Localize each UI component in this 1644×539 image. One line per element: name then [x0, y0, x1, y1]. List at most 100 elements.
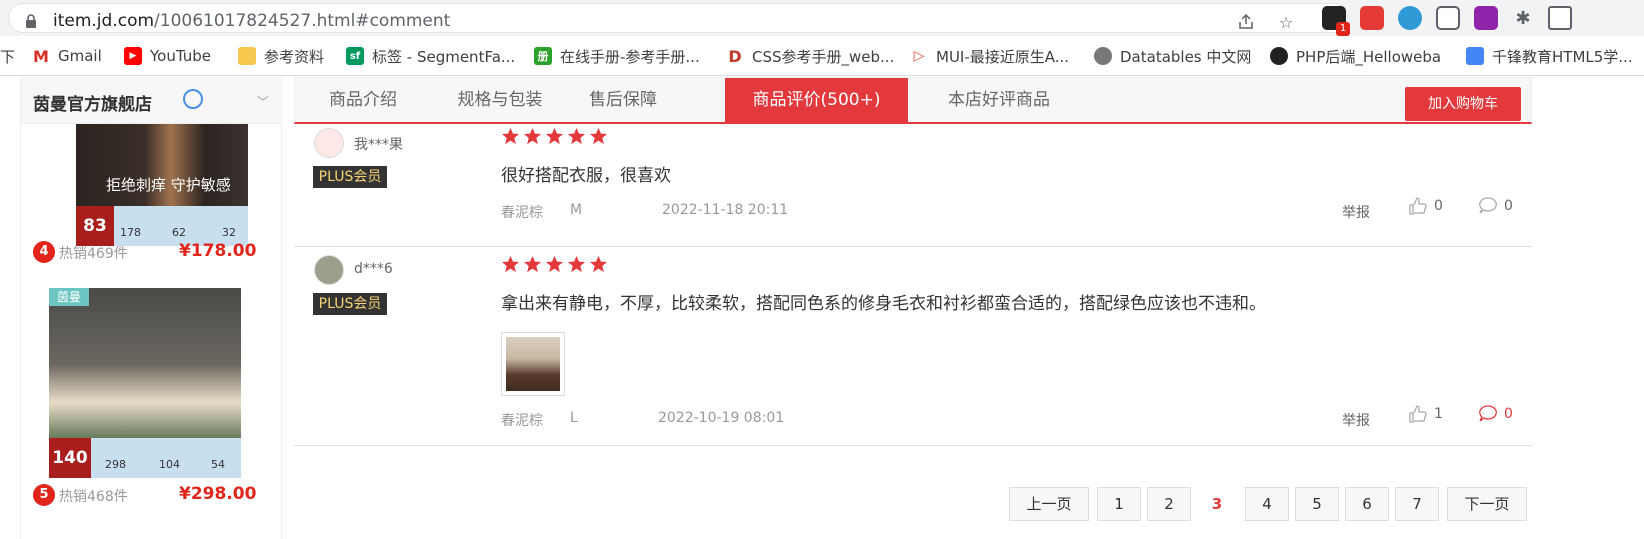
- bookmark-datatables[interactable]: Datatables 中文网: [1094, 46, 1251, 66]
- review-text: 拿出来有静电，不厚，比较柔软，搭配同色系的修身毛衣和衬衫都蛮合适的，搭配绿色应该…: [501, 294, 1266, 314]
- star-icon: [545, 255, 564, 273]
- bookmark-label: 参考资料: [264, 47, 325, 66]
- url-field[interactable]: item.jd.com/10061017824527.html#comment …: [8, 3, 1348, 33]
- reply-count: 0: [1504, 406, 1513, 422]
- tab-good-items[interactable]: 本店好评商品: [931, 78, 1067, 123]
- bookmark-label: Gmail: [58, 47, 102, 65]
- report-link[interactable]: 举报: [1342, 410, 1370, 430]
- css-ref-icon: D: [728, 46, 742, 66]
- segmentfault-icon: sf: [346, 47, 364, 65]
- bookmark-mui[interactable]: ▷ MUI-最接近原生A...: [910, 46, 1069, 66]
- address-bar: item.jd.com/10061017824527.html#comment …: [0, 0, 1644, 36]
- page-content: 茵曼官方旗舰店 ﹀ 拒绝刺痒 守护敏感 83 178 62 32 4 热销469…: [0, 77, 1644, 539]
- report-link[interactable]: 举报: [1342, 202, 1370, 222]
- copy-extension-icon[interactable]: [1436, 6, 1460, 30]
- price-num: 104: [159, 458, 180, 471]
- bookmark-label: YouTube: [150, 47, 211, 65]
- review-photo-thumbnail[interactable]: [501, 332, 565, 396]
- tab-reviews[interactable]: 商品评价(500+): [725, 78, 908, 123]
- tab-specs[interactable]: 规格与包装: [431, 78, 569, 123]
- tab-aftersale[interactable]: 售后保障: [569, 78, 677, 123]
- shop-header[interactable]: 茵曼官方旗舰店 ﹀: [21, 77, 283, 124]
- tab-intro[interactable]: 商品介绍: [295, 78, 431, 123]
- thumbs-up-icon: [1409, 197, 1427, 215]
- bookmark-php[interactable]: PHP后端_Helloweba: [1270, 46, 1441, 66]
- mui-icon: ▷: [913, 48, 925, 64]
- price-badge: 140: [49, 438, 91, 478]
- bookmark-segmentfault[interactable]: sf 标签 - SegmentFa...: [346, 46, 515, 66]
- add-to-cart-button[interactable]: 加入购物车: [1405, 87, 1521, 121]
- page-button[interactable]: 1: [1097, 487, 1141, 521]
- review-photo: [506, 337, 560, 391]
- puzzle-icon[interactable]: ✱: [1512, 7, 1534, 29]
- prev-page-button[interactable]: 上一页: [1009, 487, 1089, 521]
- extension-icon[interactable]: 1: [1322, 6, 1350, 36]
- avatar[interactable]: [314, 255, 344, 285]
- share-icon[interactable]: [1235, 11, 1257, 33]
- page-button[interactable]: 7: [1395, 487, 1439, 521]
- review-color: 春泥棕: [501, 205, 543, 221]
- like-button[interactable]: 0: [1408, 196, 1443, 216]
- shield-extension-icon[interactable]: [1398, 6, 1422, 30]
- extension-badge: 1: [1336, 22, 1350, 36]
- dice-extension-icon[interactable]: [1360, 6, 1384, 30]
- star-icon: [589, 255, 608, 273]
- like-count: 0: [1434, 198, 1443, 214]
- globe-icon: [1094, 47, 1112, 65]
- url-text: item.jd.com/10061017824527.html#comment: [53, 11, 450, 31]
- bookmark-label: CSS参考手册_web...: [752, 47, 895, 66]
- report-label: 举报: [1342, 205, 1370, 221]
- star-icon: [567, 255, 586, 273]
- product-price[interactable]: ¥298.00: [179, 484, 256, 504]
- rank-badge: 5: [33, 484, 55, 506]
- product-price[interactable]: ¥178.00: [179, 241, 256, 261]
- price-num: 62: [172, 226, 186, 239]
- sidepanel-icon[interactable]: [1548, 6, 1572, 30]
- bookmark-css[interactable]: D CSS参考手册_web...: [726, 46, 894, 66]
- star-icon: [545, 127, 564, 145]
- price-num: 32: [222, 226, 236, 239]
- product-image[interactable]: 拒绝刺痒 守护敏感 83 178 62 32: [76, 124, 248, 246]
- report-label: 举报: [1342, 413, 1370, 429]
- bookmark-partial[interactable]: 下: [0, 46, 15, 66]
- bookmark-youtube[interactable]: ▶ YouTube: [124, 46, 211, 66]
- page-button[interactable]: 5: [1295, 487, 1339, 521]
- page-button[interactable]: 6: [1345, 487, 1389, 521]
- avatar[interactable]: [314, 128, 344, 158]
- shop-sidebar: 茵曼官方旗舰店 ﹀ 拒绝刺痒 守护敏感 83 178 62 32 4 热销469…: [20, 77, 283, 539]
- youtube-icon: ▶: [124, 47, 142, 65]
- star-rating: [501, 127, 608, 147]
- page-button[interactable]: 2: [1147, 487, 1191, 521]
- comment-icon: [1479, 405, 1497, 422]
- comment-icon: [1479, 197, 1497, 214]
- bookmark-folder[interactable]: 参考资料: [238, 46, 324, 66]
- price-num: 178: [120, 226, 141, 239]
- current-page: 3: [1211, 495, 1223, 513]
- bookmark-label: Datatables 中文网: [1120, 47, 1252, 66]
- chevron-down-icon[interactable]: ﹀: [257, 93, 269, 110]
- chat-icon[interactable]: [183, 89, 203, 109]
- bookmark-gmail[interactable]: M Gmail: [32, 46, 102, 66]
- sold-count: 热销468件: [59, 489, 128, 505]
- review-size: L: [570, 410, 578, 426]
- like-button[interactable]: 1: [1408, 404, 1443, 424]
- bookmark-label: MUI-最接近原生A...: [936, 47, 1070, 66]
- page-button[interactable]: 4: [1245, 487, 1289, 521]
- star-icon: [523, 127, 542, 145]
- review-item: 我***果 PLUS会员 很好搭配衣服，很喜欢 春泥棕 M 2022-11-18…: [294, 124, 1532, 247]
- reply-button[interactable]: 0: [1478, 196, 1513, 216]
- review-username: d***6: [354, 261, 393, 277]
- bookmark-star-icon[interactable]: ☆: [1275, 11, 1297, 33]
- review-item: d***6 PLUS会员 拿出来有静电，不厚，比较柔软，搭配同色系的修身毛衣和衬…: [294, 247, 1532, 446]
- bookmark-label: 标签 - SegmentFa...: [372, 47, 516, 66]
- bookmark-manual[interactable]: 册在线手册-参考手册...: [534, 46, 700, 66]
- price-badge: 83: [76, 206, 114, 246]
- next-page-button[interactable]: 下一页: [1447, 487, 1527, 521]
- manual-icon: 册: [534, 47, 552, 65]
- shop-name: 茵曼官方旗舰店: [33, 95, 152, 115]
- rp-extension-icon[interactable]: [1474, 6, 1498, 30]
- product-image[interactable]: 茵曼 140 298 104 54: [49, 288, 241, 478]
- plus-member-badge: PLUS会员: [313, 166, 387, 188]
- bookmark-qianfeng[interactable]: 千锋教育HTML5学...: [1466, 46, 1633, 66]
- reply-button[interactable]: 0: [1478, 404, 1513, 424]
